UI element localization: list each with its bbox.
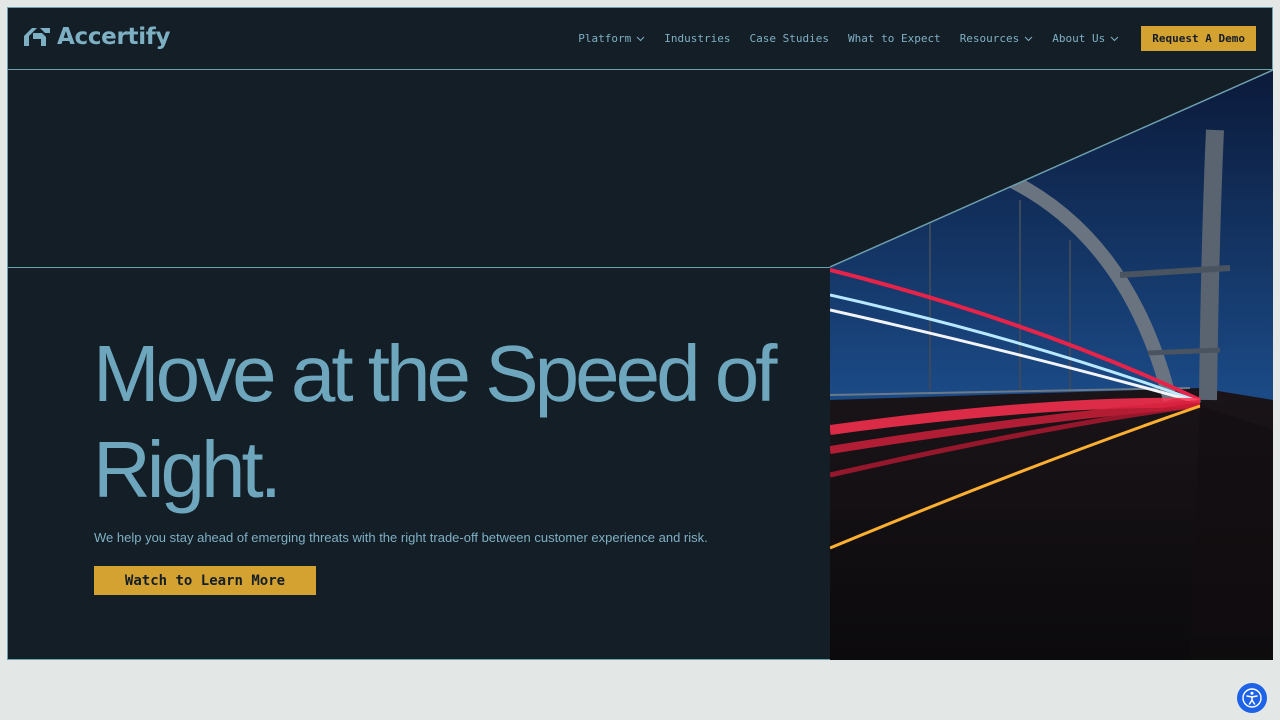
nav-item-label: Industries	[664, 32, 731, 45]
bridge-light-trails-image	[830, 70, 1273, 660]
accessibility-button[interactable]	[1237, 683, 1267, 713]
watch-learn-more-button[interactable]: Watch to Learn More	[94, 566, 316, 595]
accessibility-icon	[1242, 688, 1262, 708]
nav-item-label: About Us	[1052, 32, 1106, 45]
nav-item-label: Resources	[959, 32, 1020, 45]
brand-logo[interactable]: Accertify	[24, 24, 170, 50]
nav-item-about-us[interactable]: About Us	[1052, 32, 1119, 45]
nav-item-industries[interactable]: Industries	[664, 32, 730, 45]
divider-horizontal	[8, 267, 830, 268]
request-demo-button[interactable]: Request A Demo	[1141, 26, 1256, 51]
chevron-down-icon	[1024, 36, 1033, 41]
accertify-logo-icon	[24, 28, 50, 46]
nav-item-platform[interactable]: Platform	[578, 32, 645, 45]
hero-subtext: We help you stay ahead of emerging threa…	[94, 530, 708, 545]
nav-item-label: What to Expect	[847, 32, 941, 45]
nav-item-label: Case Studies	[749, 32, 829, 45]
nav-item-resources[interactable]: Resources	[960, 32, 1034, 45]
hero-frame: Accertify Platform Industries Case Studi…	[7, 7, 1273, 660]
hero-headline: Move at the Speed of Right.	[93, 329, 778, 514]
site-header: Accertify Platform Industries Case Studi…	[8, 8, 1272, 70]
main-nav: Platform Industries Case Studies What to…	[559, 26, 1256, 51]
nav-item-label: Platform	[578, 32, 632, 45]
brand-name: Accertify	[57, 24, 171, 50]
chevron-down-icon	[636, 36, 645, 41]
nav-item-case-studies[interactable]: Case Studies	[749, 32, 828, 45]
nav-item-what-to-expect[interactable]: What to Expect	[848, 32, 941, 45]
chevron-down-icon	[1110, 36, 1119, 41]
